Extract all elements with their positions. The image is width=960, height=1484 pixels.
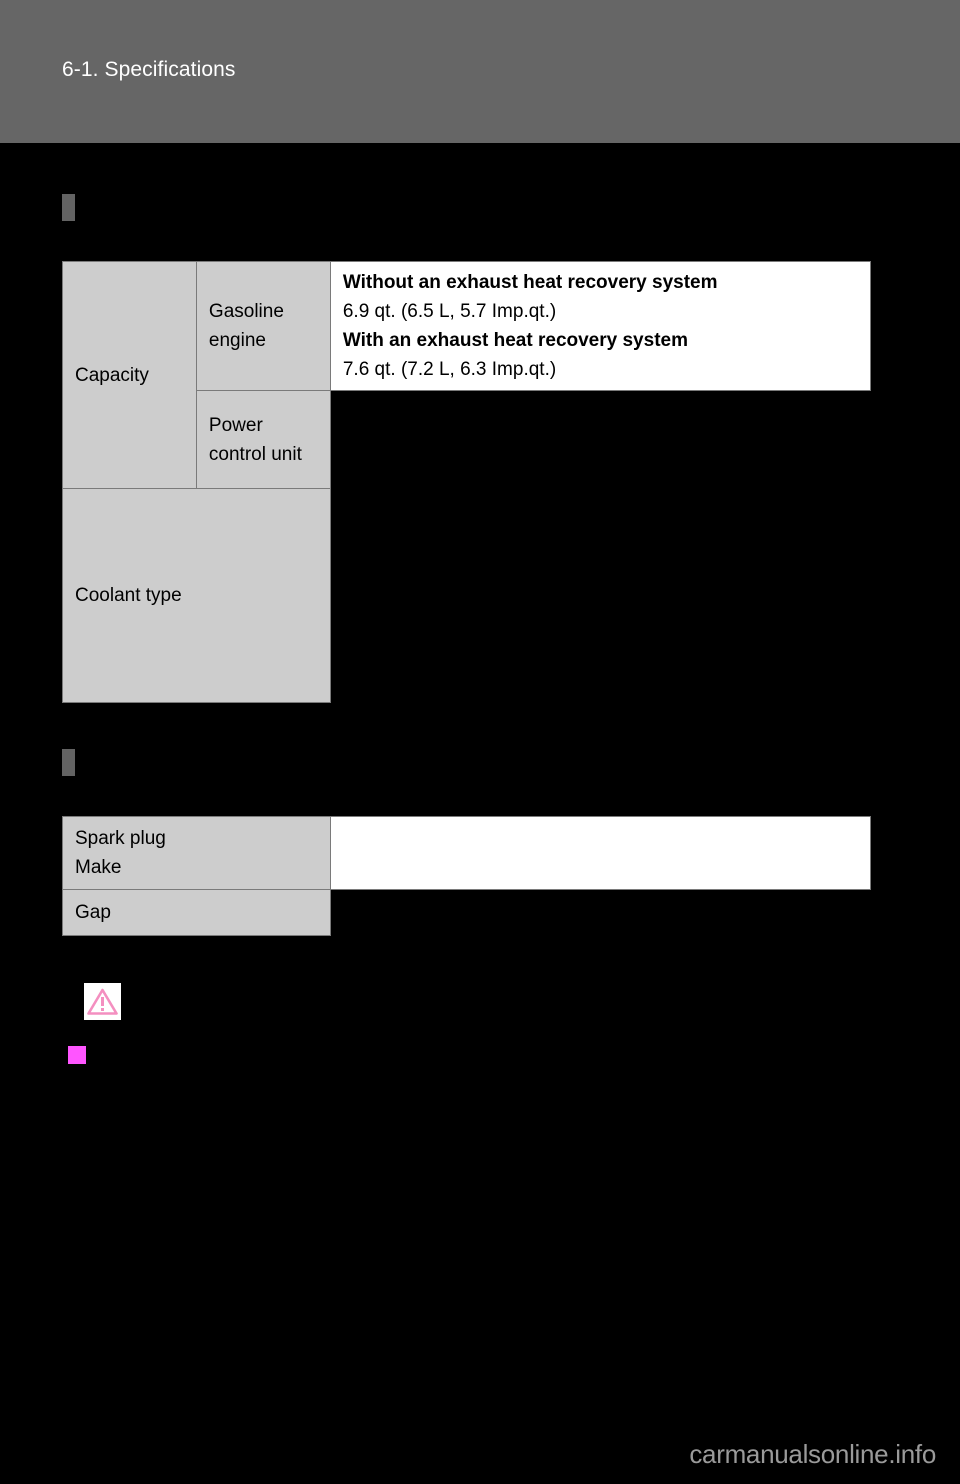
cell-coolant-type-label: Coolant type	[62, 488, 331, 703]
value-with-system-title: With an exhaust heat recovery system	[342, 330, 688, 351]
table-row: Capacity Gasoline engine Without an exha…	[62, 261, 872, 489]
footer-watermark: carmanualsonline.info	[689, 1439, 936, 1469]
spark-plug-label-line-2: Make	[75, 857, 122, 878]
spark-plug-label-line-1: Spark plug	[75, 828, 166, 849]
value-with-system-amount: 7.6 qt. (7.2 L, 6.3 Imp.qt.)	[342, 359, 557, 380]
cell-gap-label: Gap	[62, 889, 331, 936]
section-marker-icon-2	[62, 749, 75, 776]
capacity-table: Capacity Gasoline engine Without an exha…	[62, 261, 872, 703]
cell-spark-plug-make-value	[329, 816, 872, 890]
cell-capacity-label: Capacity	[62, 261, 197, 489]
cell-coolant-type-value	[329, 488, 872, 703]
square-bullet-icon	[68, 1046, 86, 1064]
cell-power-control-unit-label: Power control unit	[195, 390, 331, 489]
cell-gasoline-engine-label: Gasoline engine	[195, 261, 331, 391]
cell-gasoline-engine-value: Without an exhaust heat recovery system …	[329, 261, 872, 391]
table-row: Gap	[62, 889, 872, 936]
table-row: Coolant type	[62, 488, 872, 703]
section-marker-icon-1	[62, 194, 75, 221]
warning-triangle-icon	[84, 983, 121, 1020]
cell-gap-value	[329, 889, 872, 936]
value-without-system-title: Without an exhaust heat recovery system	[342, 272, 718, 293]
table-row: Spark plug Make	[62, 816, 872, 890]
spark-plug-table: Spark plug Make Gap	[62, 816, 872, 936]
page-title: 6-1. Specifications	[62, 58, 236, 81]
cell-power-control-unit-value	[329, 390, 872, 489]
value-without-system-amount: 6.9 qt. (6.5 L, 5.7 Imp.qt.)	[342, 301, 557, 322]
cell-spark-plug-make-label: Spark plug Make	[62, 816, 331, 890]
